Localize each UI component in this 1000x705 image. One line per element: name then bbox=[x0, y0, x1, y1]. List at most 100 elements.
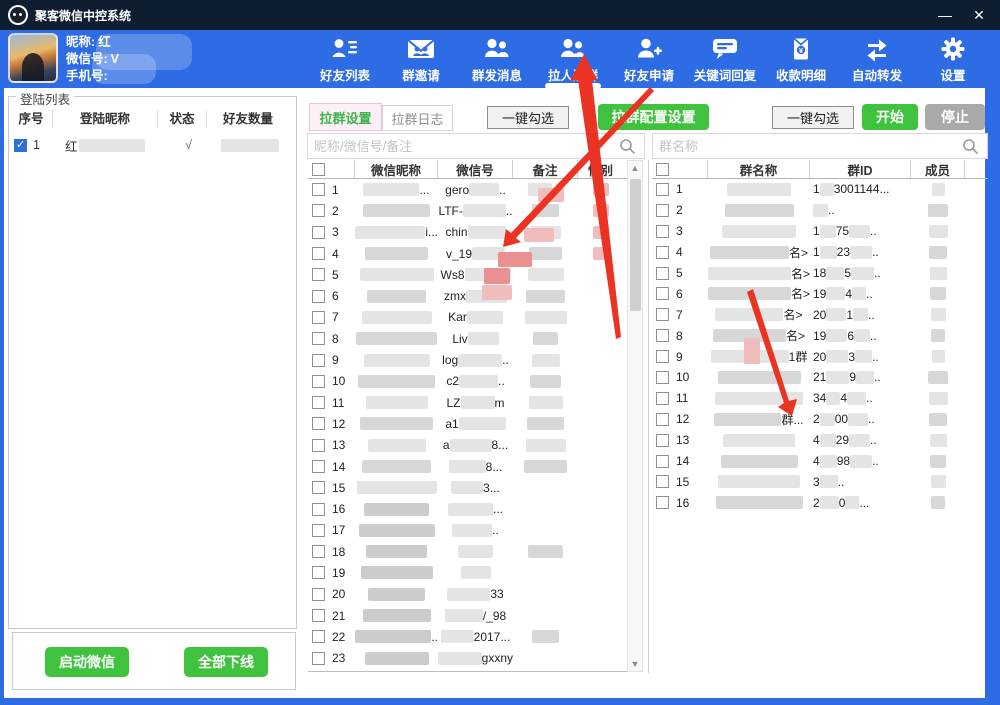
row-checkbox[interactable] bbox=[312, 268, 325, 281]
friend-table-row[interactable]: 4v_19 bbox=[308, 243, 627, 264]
check-all-left-button[interactable]: 一键勾选 bbox=[487, 106, 569, 129]
row-checkbox[interactable] bbox=[312, 588, 325, 601]
row-checkbox[interactable] bbox=[656, 204, 669, 217]
friend-table-row[interactable]: 5Ws8 bbox=[308, 264, 627, 285]
row-checkbox[interactable] bbox=[312, 566, 325, 579]
friend-table-row[interactable]: 16... bbox=[308, 498, 627, 519]
row-checkbox[interactable] bbox=[656, 455, 669, 468]
row-checkbox[interactable] bbox=[312, 460, 325, 473]
group-table-row[interactable]: 5名>185.. bbox=[652, 263, 988, 284]
friend-table-row[interactable]: 13a8... bbox=[308, 435, 627, 456]
group-table-row[interactable]: 1620... bbox=[652, 492, 988, 513]
row-checkbox[interactable] bbox=[656, 350, 669, 363]
group-search-input[interactable] bbox=[652, 133, 988, 159]
friend-table-row[interactable]: 22..2017... bbox=[308, 626, 627, 647]
group-table-row[interactable]: 8名>196.. bbox=[652, 325, 988, 346]
login-row[interactable]: 1 红 √ bbox=[10, 136, 279, 154]
toolbar-item-friend-list[interactable]: 好友列表 bbox=[310, 34, 380, 86]
friend-table-row[interactable]: 9log.. bbox=[308, 349, 627, 370]
row-checkbox[interactable] bbox=[312, 439, 325, 452]
group-table-row[interactable]: 2.. bbox=[652, 200, 988, 221]
row-checkbox[interactable] bbox=[656, 475, 669, 488]
row-checkbox[interactable] bbox=[312, 332, 325, 345]
start-button[interactable]: 开始 bbox=[862, 104, 918, 130]
row-checkbox[interactable] bbox=[656, 163, 669, 176]
friend-table-row[interactable]: 2LTF-.. bbox=[308, 200, 627, 221]
row-checkbox[interactable] bbox=[312, 354, 325, 367]
friend-table-row[interactable]: 11LZm bbox=[308, 392, 627, 413]
toolbar-item-mass-message[interactable]: 群发消息 bbox=[462, 34, 532, 86]
toolbar-item-friend-request[interactable]: 好友申请 bbox=[614, 34, 684, 86]
row-checkbox[interactable] bbox=[312, 247, 325, 260]
friend-table-row[interactable]: 148... bbox=[308, 456, 627, 477]
friend-search-input[interactable] bbox=[307, 133, 645, 159]
toolbar-item-group-invite[interactable]: 群邀请 bbox=[386, 34, 456, 86]
friend-table-row[interactable]: 17.. bbox=[308, 520, 627, 541]
row-checkbox[interactable] bbox=[656, 434, 669, 447]
row-checkbox[interactable] bbox=[312, 204, 325, 217]
group-table-row[interactable]: 12群...200.. bbox=[652, 409, 988, 430]
row-checkbox[interactable] bbox=[312, 290, 325, 303]
friend-table-row[interactable]: 12a1 bbox=[308, 413, 627, 434]
row-checkbox[interactable] bbox=[312, 652, 325, 665]
friend-table-row[interactable]: 19 bbox=[308, 562, 627, 583]
friend-table-scrollbar[interactable]: ▲ ▼ bbox=[627, 160, 643, 672]
toolbar-item-settings[interactable]: 设置 bbox=[918, 34, 988, 86]
group-table-row[interactable]: 91群203.. bbox=[652, 346, 988, 367]
friend-table-row[interactable]: 7Kar bbox=[308, 307, 627, 328]
group-table-row[interactable]: 6名>194.. bbox=[652, 283, 988, 304]
group-table-row[interactable]: 11344.. bbox=[652, 388, 988, 409]
row-checkbox[interactable] bbox=[656, 496, 669, 509]
group-table-row[interactable]: 13429.. bbox=[652, 430, 988, 451]
row-checkbox[interactable] bbox=[312, 545, 325, 558]
offline-all-button[interactable]: 全部下线 bbox=[184, 647, 268, 677]
friend-table-row[interactable]: 3i...chin bbox=[308, 222, 627, 243]
row-checkbox[interactable] bbox=[656, 267, 669, 280]
group-table-row[interactable]: 10219.. bbox=[652, 367, 988, 388]
check-all-right-button[interactable]: 一键勾选 bbox=[772, 106, 854, 129]
row-checkbox[interactable] bbox=[656, 329, 669, 342]
friend-table-row[interactable]: 21/_98 bbox=[308, 605, 627, 626]
scroll-down-icon[interactable]: ▼ bbox=[628, 657, 642, 671]
row-checkbox[interactable] bbox=[656, 308, 669, 321]
tab-pull-group-log[interactable]: 拉群日志 bbox=[382, 105, 453, 131]
row-checkbox[interactable] bbox=[656, 183, 669, 196]
row-checkbox[interactable] bbox=[656, 225, 669, 238]
close-button[interactable]: ✕ bbox=[962, 7, 996, 24]
row-checkbox[interactable] bbox=[312, 375, 325, 388]
toolbar-item-auto-forward[interactable]: 自动转发 bbox=[842, 34, 912, 86]
row-checkbox[interactable] bbox=[312, 630, 325, 643]
friend-table-row[interactable]: 18 bbox=[308, 541, 627, 562]
row-checkbox[interactable] bbox=[656, 392, 669, 405]
stop-button[interactable]: 停止 bbox=[925, 104, 985, 130]
row-checkbox[interactable] bbox=[312, 609, 325, 622]
group-table-row[interactable]: 4名>123.. bbox=[652, 242, 988, 263]
row-checkbox[interactable] bbox=[656, 287, 669, 300]
toolbar-item-keyword-reply[interactable]: 关键词回复 bbox=[690, 34, 760, 86]
group-table-row[interactable]: 113001144... bbox=[652, 179, 988, 200]
friend-table-row[interactable]: 153... bbox=[308, 477, 627, 498]
row-checkbox[interactable] bbox=[656, 371, 669, 384]
row-checkbox[interactable] bbox=[312, 183, 325, 196]
row-checkbox[interactable] bbox=[312, 481, 325, 494]
group-table-row[interactable]: 7名>201.. bbox=[652, 304, 988, 325]
row-checkbox[interactable] bbox=[312, 226, 325, 239]
group-table-row[interactable]: 3175.. bbox=[652, 221, 988, 242]
start-wechat-button[interactable]: 启动微信 bbox=[45, 647, 129, 677]
friend-table-row[interactable]: 1...gero..... bbox=[308, 179, 627, 200]
row-checkbox[interactable] bbox=[656, 246, 669, 259]
group-table-row[interactable]: 153.. bbox=[652, 471, 988, 492]
group-table-row[interactable]: 14498.. bbox=[652, 451, 988, 472]
scroll-up-icon[interactable]: ▲ bbox=[628, 161, 642, 175]
row-checkbox[interactable] bbox=[312, 163, 325, 176]
login-row-checkbox[interactable] bbox=[14, 139, 27, 152]
tab-pull-group-settings[interactable]: 拉群设置 bbox=[309, 103, 382, 131]
friend-table-row[interactable]: 23gxxny bbox=[308, 648, 627, 669]
row-checkbox[interactable] bbox=[312, 417, 325, 430]
row-checkbox[interactable] bbox=[312, 503, 325, 516]
friend-table-row[interactable]: 8Liv bbox=[308, 328, 627, 349]
friend-table-row[interactable]: 10c2.. bbox=[308, 371, 627, 392]
row-checkbox[interactable] bbox=[312, 396, 325, 409]
scrollbar-thumb[interactable] bbox=[630, 179, 641, 311]
toolbar-item-pull-to-group[interactable]: 拉人进群 bbox=[538, 34, 608, 86]
